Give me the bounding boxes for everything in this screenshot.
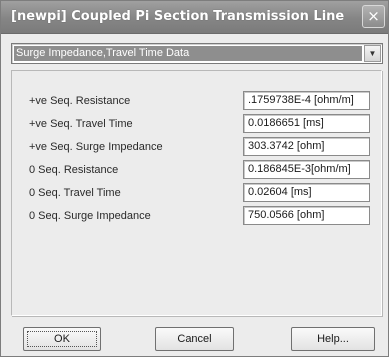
field-zero-seq-travel-time[interactable]: 0.02604 [ms] <box>243 183 370 202</box>
label-zero-seq-surge-impedance: 0 Seq. Surge Impedance <box>29 210 151 222</box>
close-icon: × <box>367 7 380 25</box>
field-pos-seq-travel-time[interactable]: 0.0186651 [ms] <box>243 114 370 133</box>
label-pos-seq-resistance: +ve Seq. Resistance <box>29 95 131 107</box>
chevron-down-icon: ▼ <box>368 49 377 58</box>
section-dropdown[interactable]: Surge Impedance,Travel Time Data ▼ <box>11 43 383 64</box>
ok-button[interactable]: OK <box>23 327 101 351</box>
title-bar[interactable]: [newpi] Coupled Pi Section Transmission … <box>1 1 388 34</box>
label-zero-seq-resistance: 0 Seq. Resistance <box>29 164 119 176</box>
dropdown-selected-value: Surge Impedance,Travel Time Data <box>14 46 362 61</box>
label-pos-seq-travel-time: +ve Seq. Travel Time <box>29 118 133 130</box>
field-zero-seq-surge-impedance[interactable]: 750.0566 [ohm] <box>243 206 370 225</box>
window-title: [newpi] Coupled Pi Section Transmission … <box>11 9 345 24</box>
cancel-button[interactable]: Cancel <box>155 327 234 351</box>
help-button[interactable]: Help... <box>291 327 375 351</box>
dropdown-arrow-button[interactable]: ▼ <box>364 45 381 62</box>
label-zero-seq-travel-time: 0 Seq. Travel Time <box>29 187 121 199</box>
close-button[interactable]: × <box>362 5 385 28</box>
field-zero-seq-resistance[interactable]: 0.186845E-3[ohm/m] <box>243 160 370 179</box>
field-pos-seq-surge-impedance[interactable]: 303.3742 [ohm] <box>243 137 370 156</box>
label-pos-seq-surge-impedance: +ve Seq. Surge Impedance <box>29 141 163 153</box>
dialog-window: [newpi] Coupled Pi Section Transmission … <box>0 0 389 357</box>
field-pos-seq-resistance[interactable]: .1759738E-4 [ohm/m] <box>243 91 370 110</box>
